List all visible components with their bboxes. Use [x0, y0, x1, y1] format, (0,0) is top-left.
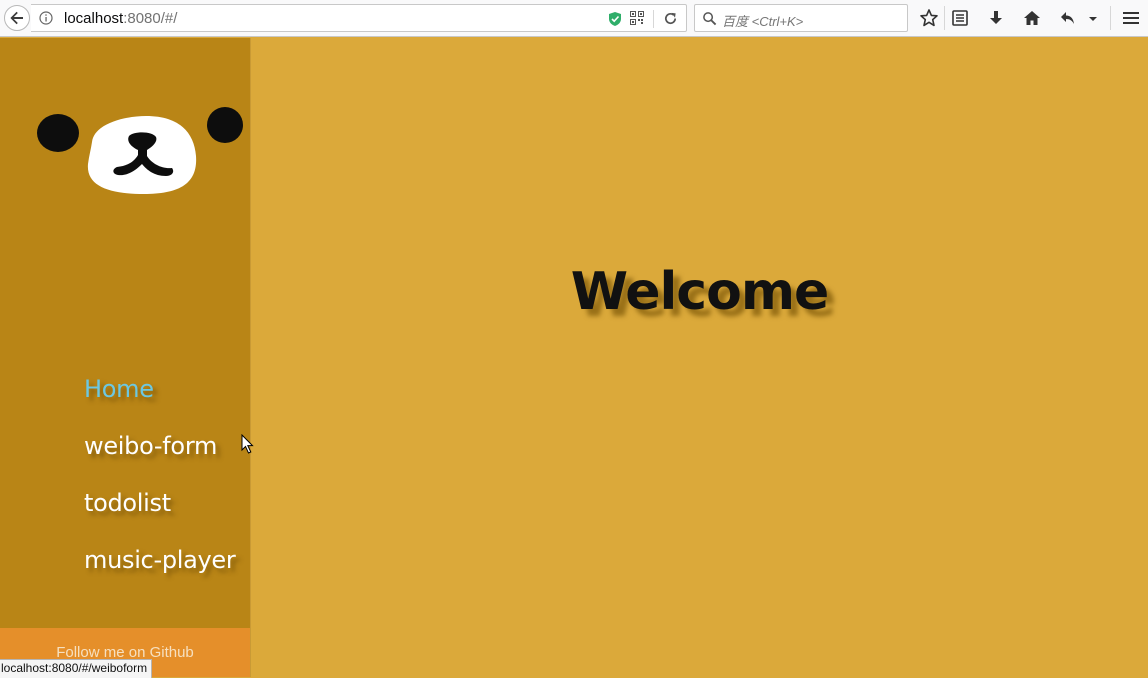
url-path: :8080/#/	[123, 10, 178, 27]
browser-toolbar: localhost:8080/#/ 百度 <Ctrl+K>	[0, 0, 1148, 37]
qr-code-icon[interactable]	[630, 11, 644, 25]
bookmark-star-icon[interactable]	[919, 8, 939, 28]
reading-list-icon[interactable]	[950, 8, 970, 28]
nav-link-todolist[interactable]: todolist	[84, 485, 235, 542]
nav-link-home[interactable]: Home	[84, 371, 235, 428]
url-bar[interactable]: localhost:8080/#/	[31, 4, 687, 32]
page-content: Home weibo-form todolist music-player Fo…	[0, 38, 1148, 677]
arrow-left-icon	[10, 11, 23, 25]
home-icon[interactable]	[1022, 8, 1042, 28]
url-bar-separator	[653, 10, 654, 28]
main-nav: Home weibo-form todolist music-player	[84, 371, 236, 599]
download-icon[interactable]	[986, 8, 1006, 28]
search-placeholder: 百度 <Ctrl+K>	[722, 14, 804, 29]
welcome-heading: Welcome	[570, 262, 830, 322]
nav-link-music-player[interactable]: music-player	[84, 542, 236, 599]
search-bar[interactable]: 百度 <Ctrl+K>	[694, 4, 908, 32]
mouse-cursor-icon	[241, 434, 254, 454]
toolbar-separator	[1110, 6, 1111, 30]
back-button[interactable]	[4, 5, 30, 31]
bear-face-logo	[37, 107, 243, 194]
reload-icon[interactable]	[663, 11, 678, 26]
sidebar: Home weibo-form todolist music-player Fo…	[0, 38, 251, 677]
toolbar-separator	[944, 6, 945, 30]
main-content: Welcome	[251, 38, 1148, 677]
hamburger-menu-icon[interactable]	[1121, 8, 1141, 28]
url-host: localhost	[64, 10, 124, 27]
search-icon	[703, 12, 717, 26]
chevron-down-icon[interactable]	[1086, 8, 1100, 28]
shield-icon[interactable]	[608, 11, 622, 27]
undo-icon[interactable]	[1058, 8, 1078, 28]
url-text[interactable]: localhost:8080/#/	[64, 10, 177, 27]
status-bar-url: localhost:8080/#/weiboform	[0, 659, 153, 678]
info-icon[interactable]	[39, 11, 53, 25]
nav-link-weibo-form[interactable]: weibo-form	[84, 428, 235, 485]
